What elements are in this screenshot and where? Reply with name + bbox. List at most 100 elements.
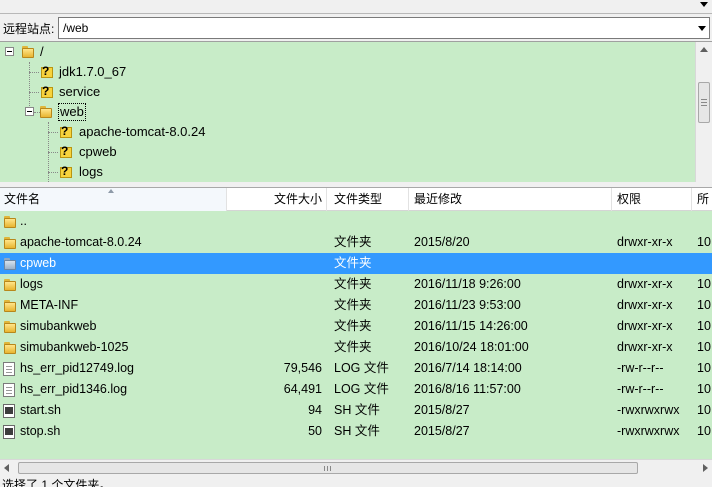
file-size: 94 [308, 403, 322, 417]
file-row[interactable]: META-INF 文件夹 2016/11/23 9:53:00 drwxr-xr… [0, 295, 712, 316]
file-row[interactable]: hs_err_pid1346.log 64,491 LOG 文件 2016/8/… [0, 379, 712, 400]
file-type: 文件夹 [334, 319, 372, 333]
file-name: logs [20, 277, 43, 291]
file-list-header: 文件名 文件大小 文件类型 最近修改 权限 所 [0, 187, 712, 211]
file-owner: 10 [697, 340, 711, 354]
tree-item-label[interactable]: web [58, 103, 86, 121]
file-row-selected[interactable]: cpweb 文件夹 [0, 253, 712, 274]
folder-icon [3, 299, 17, 313]
file-permissions: drwxr-xr-x [617, 340, 673, 354]
tree-item-label[interactable]: jdk1.7.0_67 [59, 62, 126, 82]
folder-icon [3, 278, 17, 292]
remote-path-combobox[interactable]: /web [58, 17, 710, 39]
file-owner: 10 [697, 361, 711, 375]
tree-item-web[interactable]: web [0, 102, 690, 122]
file-type: SH 文件 [334, 403, 380, 417]
column-header-name[interactable]: 文件名 [0, 188, 227, 211]
file-modified: 2015/8/27 [414, 403, 470, 417]
scrollbar-thumb[interactable] [698, 82, 710, 123]
file-name: stop.sh [20, 424, 61, 438]
scroll-left-icon[interactable] [4, 464, 9, 472]
tree-item-label[interactable]: / [40, 42, 44, 62]
file-type: 文件夹 [334, 277, 372, 291]
file-row[interactable]: simubankweb 文件夹 2016/11/15 14:26:00 drwx… [0, 316, 712, 337]
shell-script-icon [3, 404, 15, 418]
question-icon: ? [58, 144, 72, 159]
folder-icon [3, 236, 17, 250]
file-row[interactable]: hs_err_pid12749.log 79,546 LOG 文件 2016/7… [0, 358, 712, 379]
tree-item-label[interactable]: apache-tomcat-8.0.24 [79, 122, 205, 142]
sort-ascending-icon [108, 189, 114, 193]
file-owner: 10 [697, 382, 711, 396]
file-row[interactable]: stop.sh 50 SH 文件 2015/8/27 -rwxrwxrwx 10 [0, 421, 712, 442]
file-row[interactable]: logs 文件夹 2016/11/18 9:26:00 drwxr-xr-x 1… [0, 274, 712, 295]
file-permissions: -rw-r--r-- [617, 382, 664, 396]
scroll-up-icon[interactable] [700, 47, 708, 52]
scroll-right-icon[interactable] [703, 464, 708, 472]
file-modified: 2016/11/23 9:53:00 [414, 298, 521, 312]
column-header-permissions[interactable]: 权限 [612, 188, 692, 211]
column-header-size[interactable]: 文件大小 [227, 188, 327, 211]
file-owner: 10 [697, 235, 711, 249]
tree-item-apache-tomcat[interactable]: ? apache-tomcat-8.0.24 [0, 122, 690, 142]
file-owner: 10 [697, 424, 711, 438]
chevron-down-icon[interactable] [695, 18, 709, 38]
file-name: simubankweb [20, 319, 97, 333]
chevron-down-icon[interactable] [700, 2, 708, 7]
file-modified: 2016/8/16 11:57:00 [414, 382, 521, 396]
remote-directory-tree[interactable]: / ? jdk1.7.0_67 ? service web ? apache-t… [0, 41, 712, 182]
status-text: 选择了 1 个文件夹。 [2, 478, 112, 487]
file-row-parent[interactable]: .. [0, 211, 712, 232]
file-modified: 2015/8/27 [414, 424, 470, 438]
file-type: SH 文件 [334, 424, 380, 438]
tree-item-label[interactable]: cpweb [79, 142, 117, 162]
file-size: 79,546 [283, 361, 322, 375]
tree-item-label[interactable]: service [59, 82, 100, 102]
scrollbar-thumb[interactable] [18, 462, 638, 474]
file-size [230, 232, 322, 253]
file-row[interactable]: simubankweb-1025 文件夹 2016/10/24 18:01:00… [0, 337, 712, 358]
top-strip [0, 0, 712, 14]
collapse-icon[interactable] [5, 47, 14, 56]
folder-icon [3, 215, 17, 229]
file-icon [3, 362, 15, 376]
file-modified: 2016/11/15 14:26:00 [414, 319, 528, 333]
status-bar: 选择了 1 个文件夹。 [0, 476, 712, 487]
file-size: 64,491 [283, 382, 322, 396]
file-type: LOG 文件 [334, 361, 389, 375]
tree-item-service[interactable]: ? service [0, 82, 690, 102]
collapse-icon[interactable] [25, 107, 34, 116]
file-list-horizontal-scrollbar[interactable] [0, 459, 712, 475]
file-permissions: drwxr-xr-x [617, 298, 673, 312]
remote-site-label: 远程站点: [3, 22, 55, 36]
tree-item-logs[interactable]: ? logs [0, 162, 690, 182]
tree-item-root[interactable]: / [0, 42, 690, 62]
file-type: 文件夹 [334, 256, 372, 270]
file-owner: 10 [697, 277, 711, 291]
file-name: .. [20, 214, 27, 228]
column-header-modified[interactable]: 最近修改 [409, 188, 612, 211]
folder-icon [3, 341, 17, 355]
file-name: META-INF [20, 298, 79, 312]
file-permissions: drwxr-xr-x [617, 235, 673, 249]
shell-script-icon [3, 425, 15, 439]
file-name: hs_err_pid12749.log [20, 361, 134, 375]
file-modified: 2016/7/14 18:14:00 [414, 361, 522, 375]
file-permissions: drwxr-xr-x [617, 319, 673, 333]
remote-file-list[interactable]: .. apache-tomcat-8.0.24 文件夹 2015/8/20 dr… [0, 211, 712, 459]
column-header-owner[interactable]: 所 [692, 188, 712, 211]
tree-item-cpweb[interactable]: ? cpweb [0, 142, 690, 162]
folder-icon [39, 105, 53, 119]
file-row[interactable]: apache-tomcat-8.0.24 文件夹 2015/8/20 drwxr… [0, 232, 712, 253]
tree-vertical-scrollbar[interactable] [695, 42, 712, 182]
file-row[interactable]: start.sh 94 SH 文件 2015/8/27 -rwxrwxrwx 1… [0, 400, 712, 421]
question-icon: ? [58, 124, 72, 139]
tree-item-label[interactable]: logs [79, 162, 103, 182]
file-owner: 10 [697, 298, 711, 312]
file-name: start.sh [20, 403, 61, 417]
file-modified: 2016/10/24 18:01:00 [414, 340, 529, 354]
remote-path-value[interactable]: /web [63, 21, 88, 35]
tree-item-jdk[interactable]: ? jdk1.7.0_67 [0, 62, 690, 82]
column-header-type[interactable]: 文件类型 [327, 188, 409, 211]
file-name: hs_err_pid1346.log [20, 382, 128, 396]
